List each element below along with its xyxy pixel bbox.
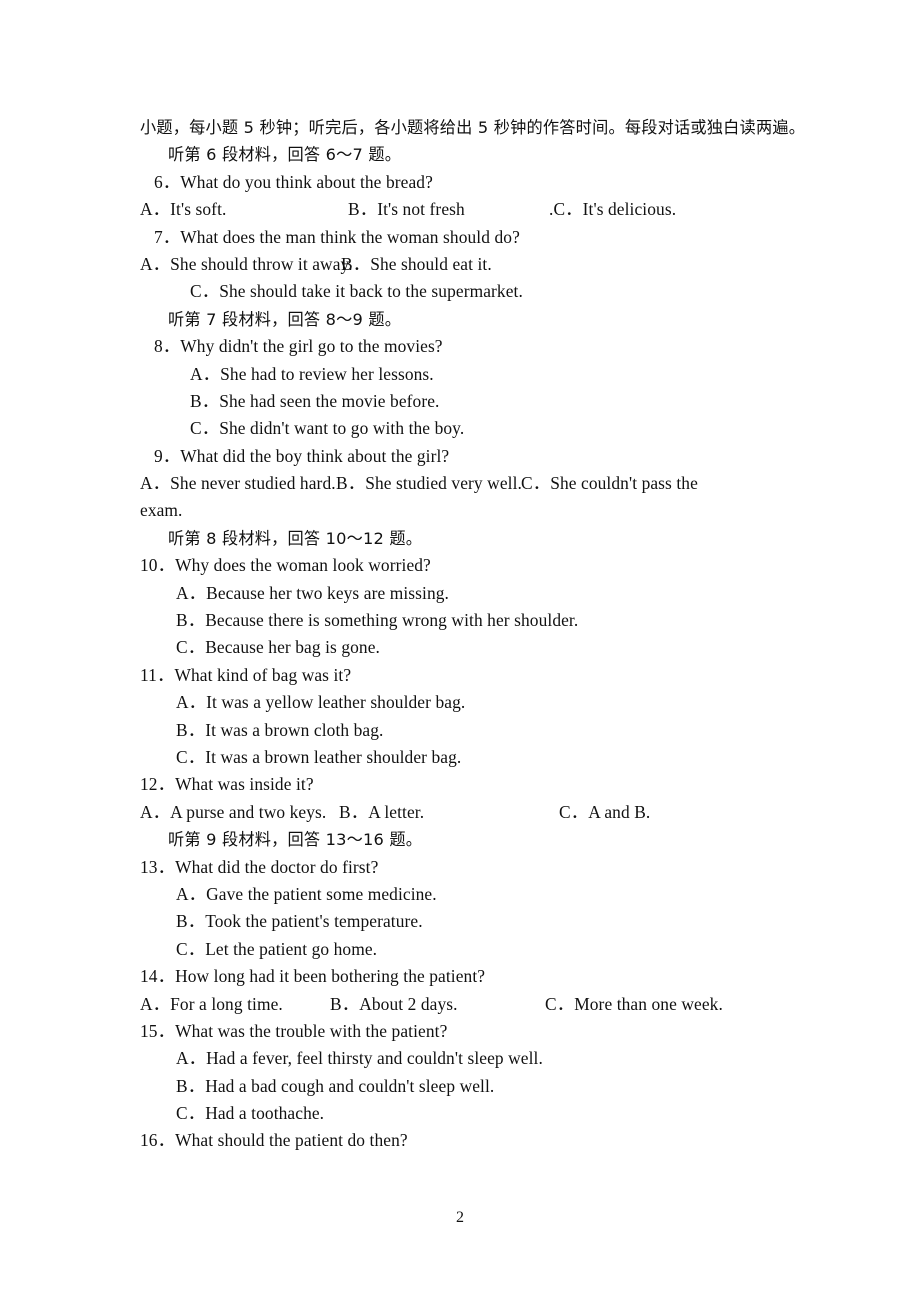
question-14-option-a[interactable]: A．For a long time. (140, 991, 283, 1018)
question-6-option-c[interactable]: .C．It's delicious. (549, 196, 676, 223)
question-13-number: 13． (140, 856, 176, 877)
question-6-options: A．It's soft. B．It's not fresh .C．It's de… (140, 196, 920, 223)
question-10-option-a[interactable]: A．Because her two keys are missing. (140, 580, 780, 607)
question-11-text: What kind of bag was it? (174, 664, 352, 685)
question-10-option-b[interactable]: B．Because there is something wrong with … (140, 607, 780, 634)
question-12-option-a[interactable]: A．A purse and two keys. (140, 799, 326, 826)
question-15-option-b[interactable]: B．Had a bad cough and couldn't sleep wel… (140, 1073, 780, 1100)
question-10-option-c[interactable]: C．Because her bag is gone. (140, 634, 780, 661)
question-12: 12．What was inside it? (140, 771, 780, 798)
question-6-option-b[interactable]: B．It's not fresh (348, 196, 465, 223)
question-12-number: 12． (140, 774, 176, 795)
question-12-option-c[interactable]: C．A and B. (559, 799, 650, 826)
question-7-text: What does the man think the woman should… (180, 226, 520, 247)
question-7-options-row-1: A．She should throw it away. B．She should… (140, 251, 920, 278)
question-11-option-b[interactable]: B．It was a brown cloth bag. (140, 717, 780, 744)
question-15: 15．What was the trouble with the patient… (140, 1018, 780, 1045)
question-12-options: A．A purse and two keys. B．A letter. C．A … (140, 799, 920, 826)
question-13-option-a[interactable]: A．Gave the patient some medicine. (140, 881, 780, 908)
question-body: 小题，每小题 5 秒钟；听完后，各小题将给出 5 秒钟的作答时间。每段对话或独白… (140, 114, 805, 1155)
exam-paper-page: 小题，每小题 5 秒钟；听完后，各小题将给出 5 秒钟的作答时间。每段对话或独白… (0, 0, 920, 1302)
section-heading-material-9: 听第 9 段材料，回答 13～16 题。 (168, 830, 423, 850)
question-10-text: Why does the woman look worried? (175, 555, 431, 576)
question-7-number: 7． (154, 226, 181, 247)
question-7-option-b[interactable]: B．She should eat it. (341, 251, 492, 278)
question-14-options: A．For a long time. B．About 2 days. C．Mor… (140, 991, 920, 1018)
question-11: 11．What kind of bag was it? (140, 662, 780, 689)
question-7: 7．What does the man think the woman shou… (140, 224, 780, 251)
question-16: 16．What should the patient do then? (140, 1127, 780, 1154)
question-6-option-a[interactable]: A．It's soft. (140, 196, 226, 223)
question-13-text: What did the doctor do first? (175, 856, 379, 877)
question-16-text: What should the patient do then? (175, 1130, 408, 1151)
question-11-number: 11． (140, 664, 175, 685)
question-11-option-c[interactable]: C．It was a brown leather shoulder bag. (140, 744, 780, 771)
question-14-number: 14． (140, 966, 176, 987)
question-13-option-c[interactable]: C．Let the patient go home. (140, 936, 780, 963)
question-9-option-c[interactable]: C．She couldn't pass the (521, 470, 698, 497)
question-14-text: How long had it been bothering the patie… (175, 966, 486, 987)
question-9-option-c-wrap: exam. (140, 500, 183, 521)
question-15-option-a[interactable]: A．Had a fever, feel thirsty and couldn't… (140, 1045, 780, 1072)
section-heading-material-8: 听第 8 段材料，回答 10～12 题。 (168, 528, 423, 548)
question-15-number: 15． (140, 1020, 176, 1041)
page-number: 2 (456, 1209, 464, 1226)
question-8: 8．Why didn't the girl go to the movies? (140, 333, 780, 360)
question-9-option-b[interactable]: B．She studied very well. (336, 470, 522, 497)
question-8-option-a[interactable]: A．She had to review her lessons. (140, 361, 780, 388)
question-12-text: What was inside it? (175, 774, 314, 795)
question-10: 10．Why does the woman look worried? (140, 552, 780, 579)
question-9-option-a[interactable]: A．She never studied hard. (140, 470, 336, 497)
question-14: 14．How long had it been bothering the pa… (140, 963, 780, 990)
question-8-number: 8． (154, 336, 181, 357)
question-15-text: What was the trouble with the patient? (175, 1020, 448, 1041)
section-heading-material-6: 听第 6 段材料，回答 6～7 题。 (168, 145, 402, 165)
question-14-option-b[interactable]: B．About 2 days. (330, 991, 458, 1018)
question-9: 9．What did the boy think about the girl? (140, 443, 780, 470)
question-13: 13．What did the doctor do first? (140, 854, 780, 881)
question-8-text: Why didn't the girl go to the movies? (180, 336, 443, 357)
question-7-option-c[interactable]: C．She should take it back to the superma… (140, 278, 780, 305)
question-9-options: A．She never studied hard. B．She studied … (140, 470, 920, 497)
question-7-option-a[interactable]: A．She should throw it away. (140, 251, 353, 278)
question-9-text: What did the boy think about the girl? (180, 445, 450, 466)
section-heading-material-7: 听第 7 段材料，回答 8～9 题。 (168, 309, 402, 329)
question-6-text: What do you think about the bread? (180, 171, 433, 192)
question-9-number: 9． (154, 445, 181, 466)
question-6: 6．What do you think about the bread? (140, 169, 780, 196)
question-8-option-b[interactable]: B．She had seen the movie before. (140, 388, 780, 415)
instruction-header-line: 小题，每小题 5 秒钟；听完后，各小题将给出 5 秒钟的作答时间。每段对话或独白… (140, 118, 806, 137)
question-11-option-a[interactable]: A．It was a yellow leather shoulder bag. (140, 689, 780, 716)
question-12-option-b[interactable]: B．A letter. (339, 799, 424, 826)
question-14-option-c[interactable]: C．More than one week. (545, 991, 723, 1018)
question-16-number: 16． (140, 1130, 176, 1151)
question-6-number: 6． (154, 171, 181, 192)
question-10-number: 10． (140, 555, 176, 576)
question-8-option-c[interactable]: C．She didn't want to go with the boy. (140, 415, 780, 442)
question-13-option-b[interactable]: B．Took the patient's temperature. (140, 908, 780, 935)
question-15-option-c[interactable]: C．Had a toothache. (140, 1100, 780, 1127)
